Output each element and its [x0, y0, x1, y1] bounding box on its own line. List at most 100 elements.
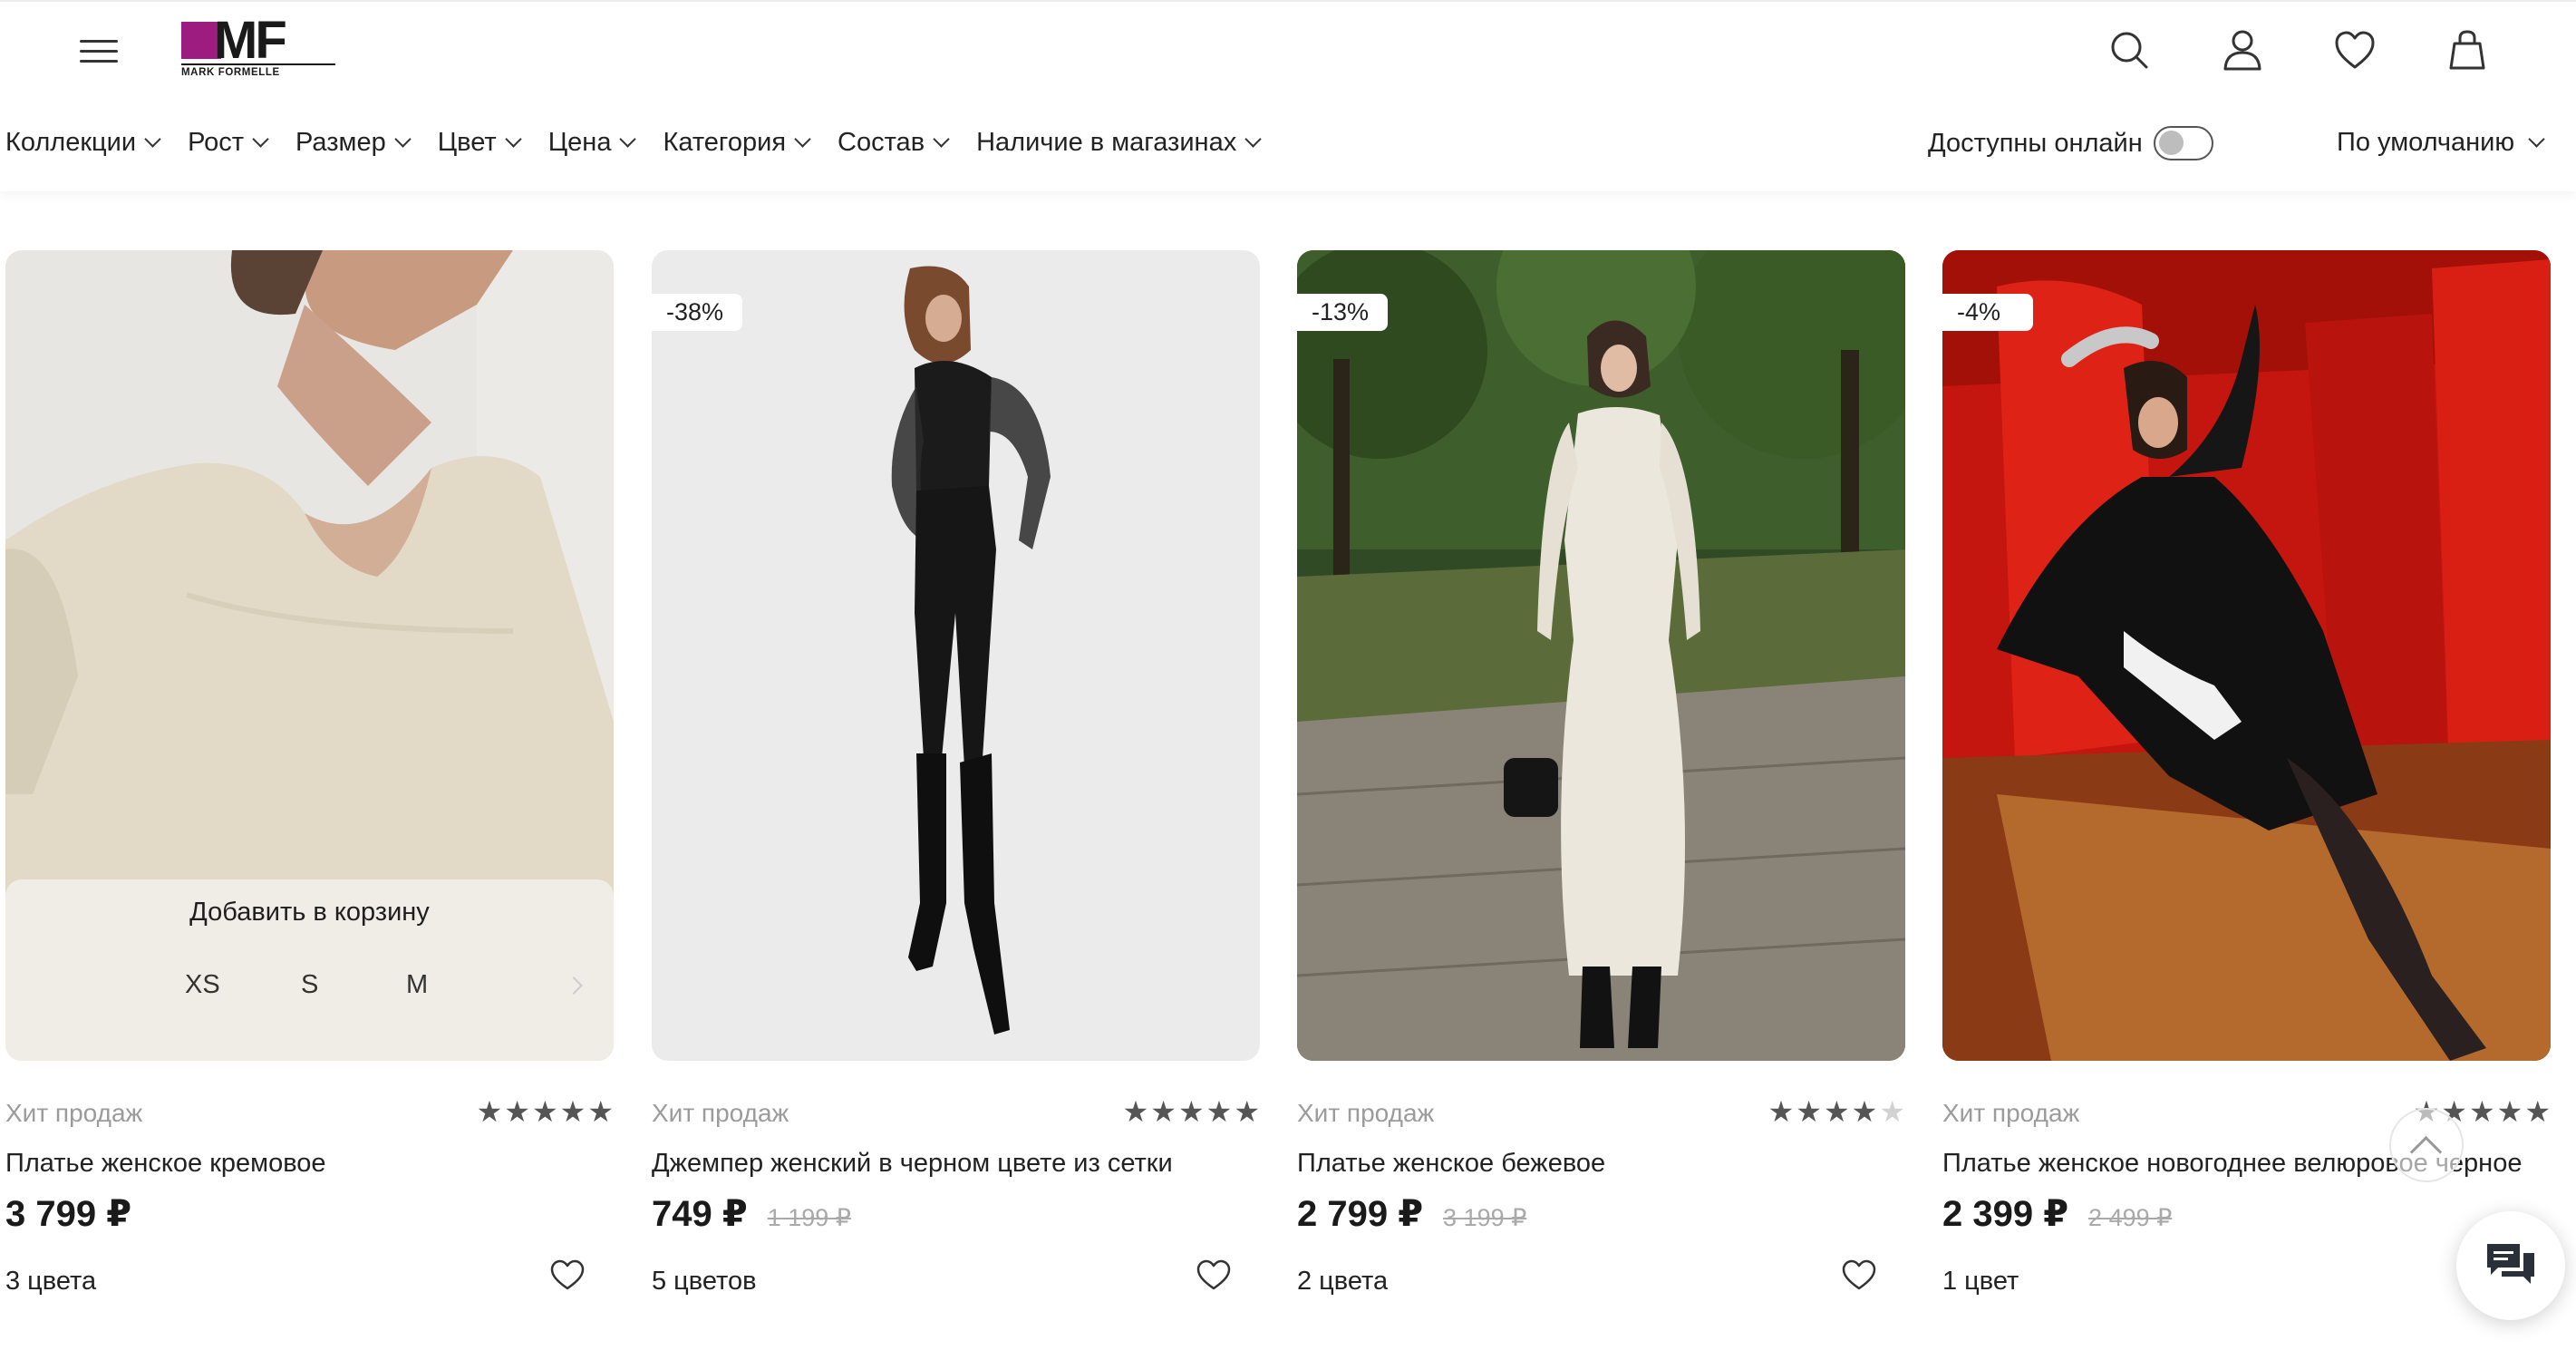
- star-icon: ★: [504, 1095, 530, 1128]
- product-price: 2 799 ₽ 3 199 ₽: [1297, 1193, 1526, 1235]
- star-icon: ★: [476, 1095, 503, 1128]
- product-image[interactable]: -4%: [1942, 250, 2551, 1061]
- color-count[interactable]: 1 цвет: [1942, 1267, 2019, 1297]
- size-option[interactable]: XS: [185, 970, 220, 1000]
- add-to-cart-button[interactable]: Добавить в корзину: [5, 898, 614, 928]
- filter-store-availability[interactable]: Наличие в магазинах: [976, 128, 1262, 158]
- star-icon: ★: [531, 1095, 558, 1128]
- chat-icon: [2487, 1244, 2534, 1284]
- account-icon[interactable]: [2219, 27, 2266, 74]
- star-icon: ★: [2496, 1095, 2523, 1128]
- discount-badge: -38%: [652, 294, 742, 331]
- star-icon: ★: [1177, 1095, 1205, 1128]
- filter-label: Рост: [188, 128, 245, 157]
- filter-label: Размер: [295, 128, 386, 157]
- star-icon: ★: [2524, 1095, 2551, 1128]
- product-card: Добавить в корзину XS S M Хит продаж ★ ★ ★…: [5, 250, 614, 1320]
- product-card: -38% Хит продаж ★ ★ ★ ★ ★ Джемпер женский в …: [652, 250, 1260, 1320]
- chevron-down-icon: [794, 131, 811, 148]
- chevron-down-icon: [2528, 131, 2545, 148]
- filter-color[interactable]: Цвет: [437, 128, 522, 158]
- star-icon: ★: [1767, 1095, 1795, 1128]
- filter-category[interactable]: Категория: [663, 128, 811, 158]
- sort-dropdown[interactable]: По умолчанию: [2337, 128, 2545, 158]
- filter-label: Наличие в магазинах: [976, 128, 1237, 157]
- online-label: Доступны онлайн: [1928, 128, 2143, 158]
- quick-add-panel: Добавить в корзину XS S M: [5, 879, 614, 1061]
- site-header: MF MARK FORMELLE: [0, 0, 2576, 101]
- menu-icon[interactable]: [80, 38, 118, 65]
- color-count[interactable]: 2 цвета: [1297, 1267, 1388, 1297]
- discount-badge: -4%: [1942, 294, 2033, 331]
- favorite-heart-icon[interactable]: [549, 1258, 586, 1291]
- rating-stars: ★★★★★: [1767, 1093, 1905, 1130]
- bestseller-tag: Хит продаж: [1297, 1099, 1435, 1127]
- filter-size[interactable]: Размер: [295, 128, 412, 158]
- online-toggle[interactable]: [2153, 126, 2213, 160]
- filter-bar: Коллекции Рост Размер Цвет Цена Категори…: [0, 101, 2576, 191]
- favorites-heart-icon[interactable]: [2331, 27, 2378, 74]
- search-icon[interactable]: [2106, 27, 2154, 74]
- product-image[interactable]: -38%: [652, 250, 1260, 1061]
- star-icon: ★: [1206, 1095, 1233, 1128]
- bestseller-tag: Хит продаж: [1942, 1099, 2080, 1127]
- star-icon: ★: [1879, 1095, 1905, 1128]
- logo-subtitle: MARK FORMELLE: [181, 63, 335, 78]
- bestseller-tag: Хит продаж: [5, 1099, 143, 1127]
- filter-label: Коллекции: [5, 128, 137, 157]
- size-option[interactable]: S: [301, 970, 318, 1000]
- brand-logo[interactable]: MF MARK FORMELLE: [181, 12, 335, 78]
- chevron-down-icon: [1244, 131, 1262, 148]
- scroll-to-top-button[interactable]: [2389, 1108, 2464, 1182]
- favorite-heart-icon[interactable]: [1196, 1258, 1232, 1291]
- product-name[interactable]: Платье женское кремовое: [5, 1149, 326, 1179]
- chevron-down-icon: [933, 131, 950, 148]
- chevron-down-icon: [619, 131, 637, 148]
- star-icon: ★: [1234, 1095, 1260, 1128]
- current-price: 2 799 ₽: [1297, 1194, 1424, 1234]
- star-icon: ★: [587, 1095, 614, 1128]
- product-card: -13% Хит продаж ★ ★ ★ ★ ★ Платье женское беж…: [1297, 250, 1905, 1320]
- toggle-knob: [2158, 131, 2184, 155]
- discount-badge: -13%: [1297, 294, 1388, 331]
- filter-composition[interactable]: Состав: [838, 128, 950, 158]
- filter-label: Цена: [547, 128, 612, 157]
- favorite-heart-icon[interactable]: [1841, 1258, 1877, 1291]
- product-price: 3 799 ₽: [5, 1193, 131, 1235]
- chevron-down-icon: [144, 131, 161, 148]
- current-price: 2 399 ₽: [1942, 1194, 2069, 1234]
- filter-label: Состав: [838, 128, 925, 157]
- filter-label: Категория: [663, 128, 787, 157]
- filter-price[interactable]: Цена: [547, 128, 637, 158]
- online-availability: Доступны онлайн: [1928, 126, 2213, 160]
- next-sizes-chevron-icon[interactable]: [565, 976, 583, 995]
- product-price: 2 399 ₽ 2 499 ₽: [1942, 1193, 2172, 1235]
- old-price: 2 499 ₽: [2088, 1204, 2173, 1231]
- logo-letters: MF: [214, 11, 287, 70]
- filter-label: Цвет: [437, 128, 497, 157]
- filter-collections[interactable]: Коллекции: [5, 128, 161, 158]
- chevron-down-icon: [394, 131, 412, 148]
- star-icon: ★: [1823, 1095, 1850, 1128]
- color-count[interactable]: 3 цвета: [5, 1267, 96, 1297]
- cart-bag-icon[interactable]: [2444, 27, 2491, 74]
- filter-list: Коллекции Рост Размер Цвет Цена Категори…: [5, 128, 1288, 158]
- chevron-down-icon: [252, 131, 269, 148]
- rating-stars: ★★★★★: [475, 1093, 614, 1130]
- product-name[interactable]: Джемпер женский в черном цвете из сетки: [652, 1149, 1173, 1179]
- product-price: 749 ₽ 1 199 ₽: [652, 1193, 851, 1235]
- chat-button[interactable]: [2456, 1211, 2565, 1320]
- product-image[interactable]: Добавить в корзину XS S M: [5, 250, 614, 1061]
- old-price: 1 199 ₽: [767, 1204, 851, 1231]
- size-option[interactable]: M: [406, 970, 428, 1000]
- color-count[interactable]: 5 цветов: [652, 1267, 757, 1297]
- star-icon: ★: [1122, 1095, 1149, 1128]
- star-icon: ★: [559, 1095, 586, 1128]
- filter-height[interactable]: Рост: [188, 128, 269, 158]
- sort-label: По умолчанию: [2337, 128, 2515, 157]
- old-price: 3 199 ₽: [1443, 1204, 1527, 1231]
- star-icon: ★: [1150, 1095, 1177, 1128]
- star-icon: ★: [2468, 1095, 2495, 1128]
- product-name[interactable]: Платье женское бежевое: [1297, 1149, 1605, 1179]
- product-image[interactable]: -13%: [1297, 250, 1905, 1061]
